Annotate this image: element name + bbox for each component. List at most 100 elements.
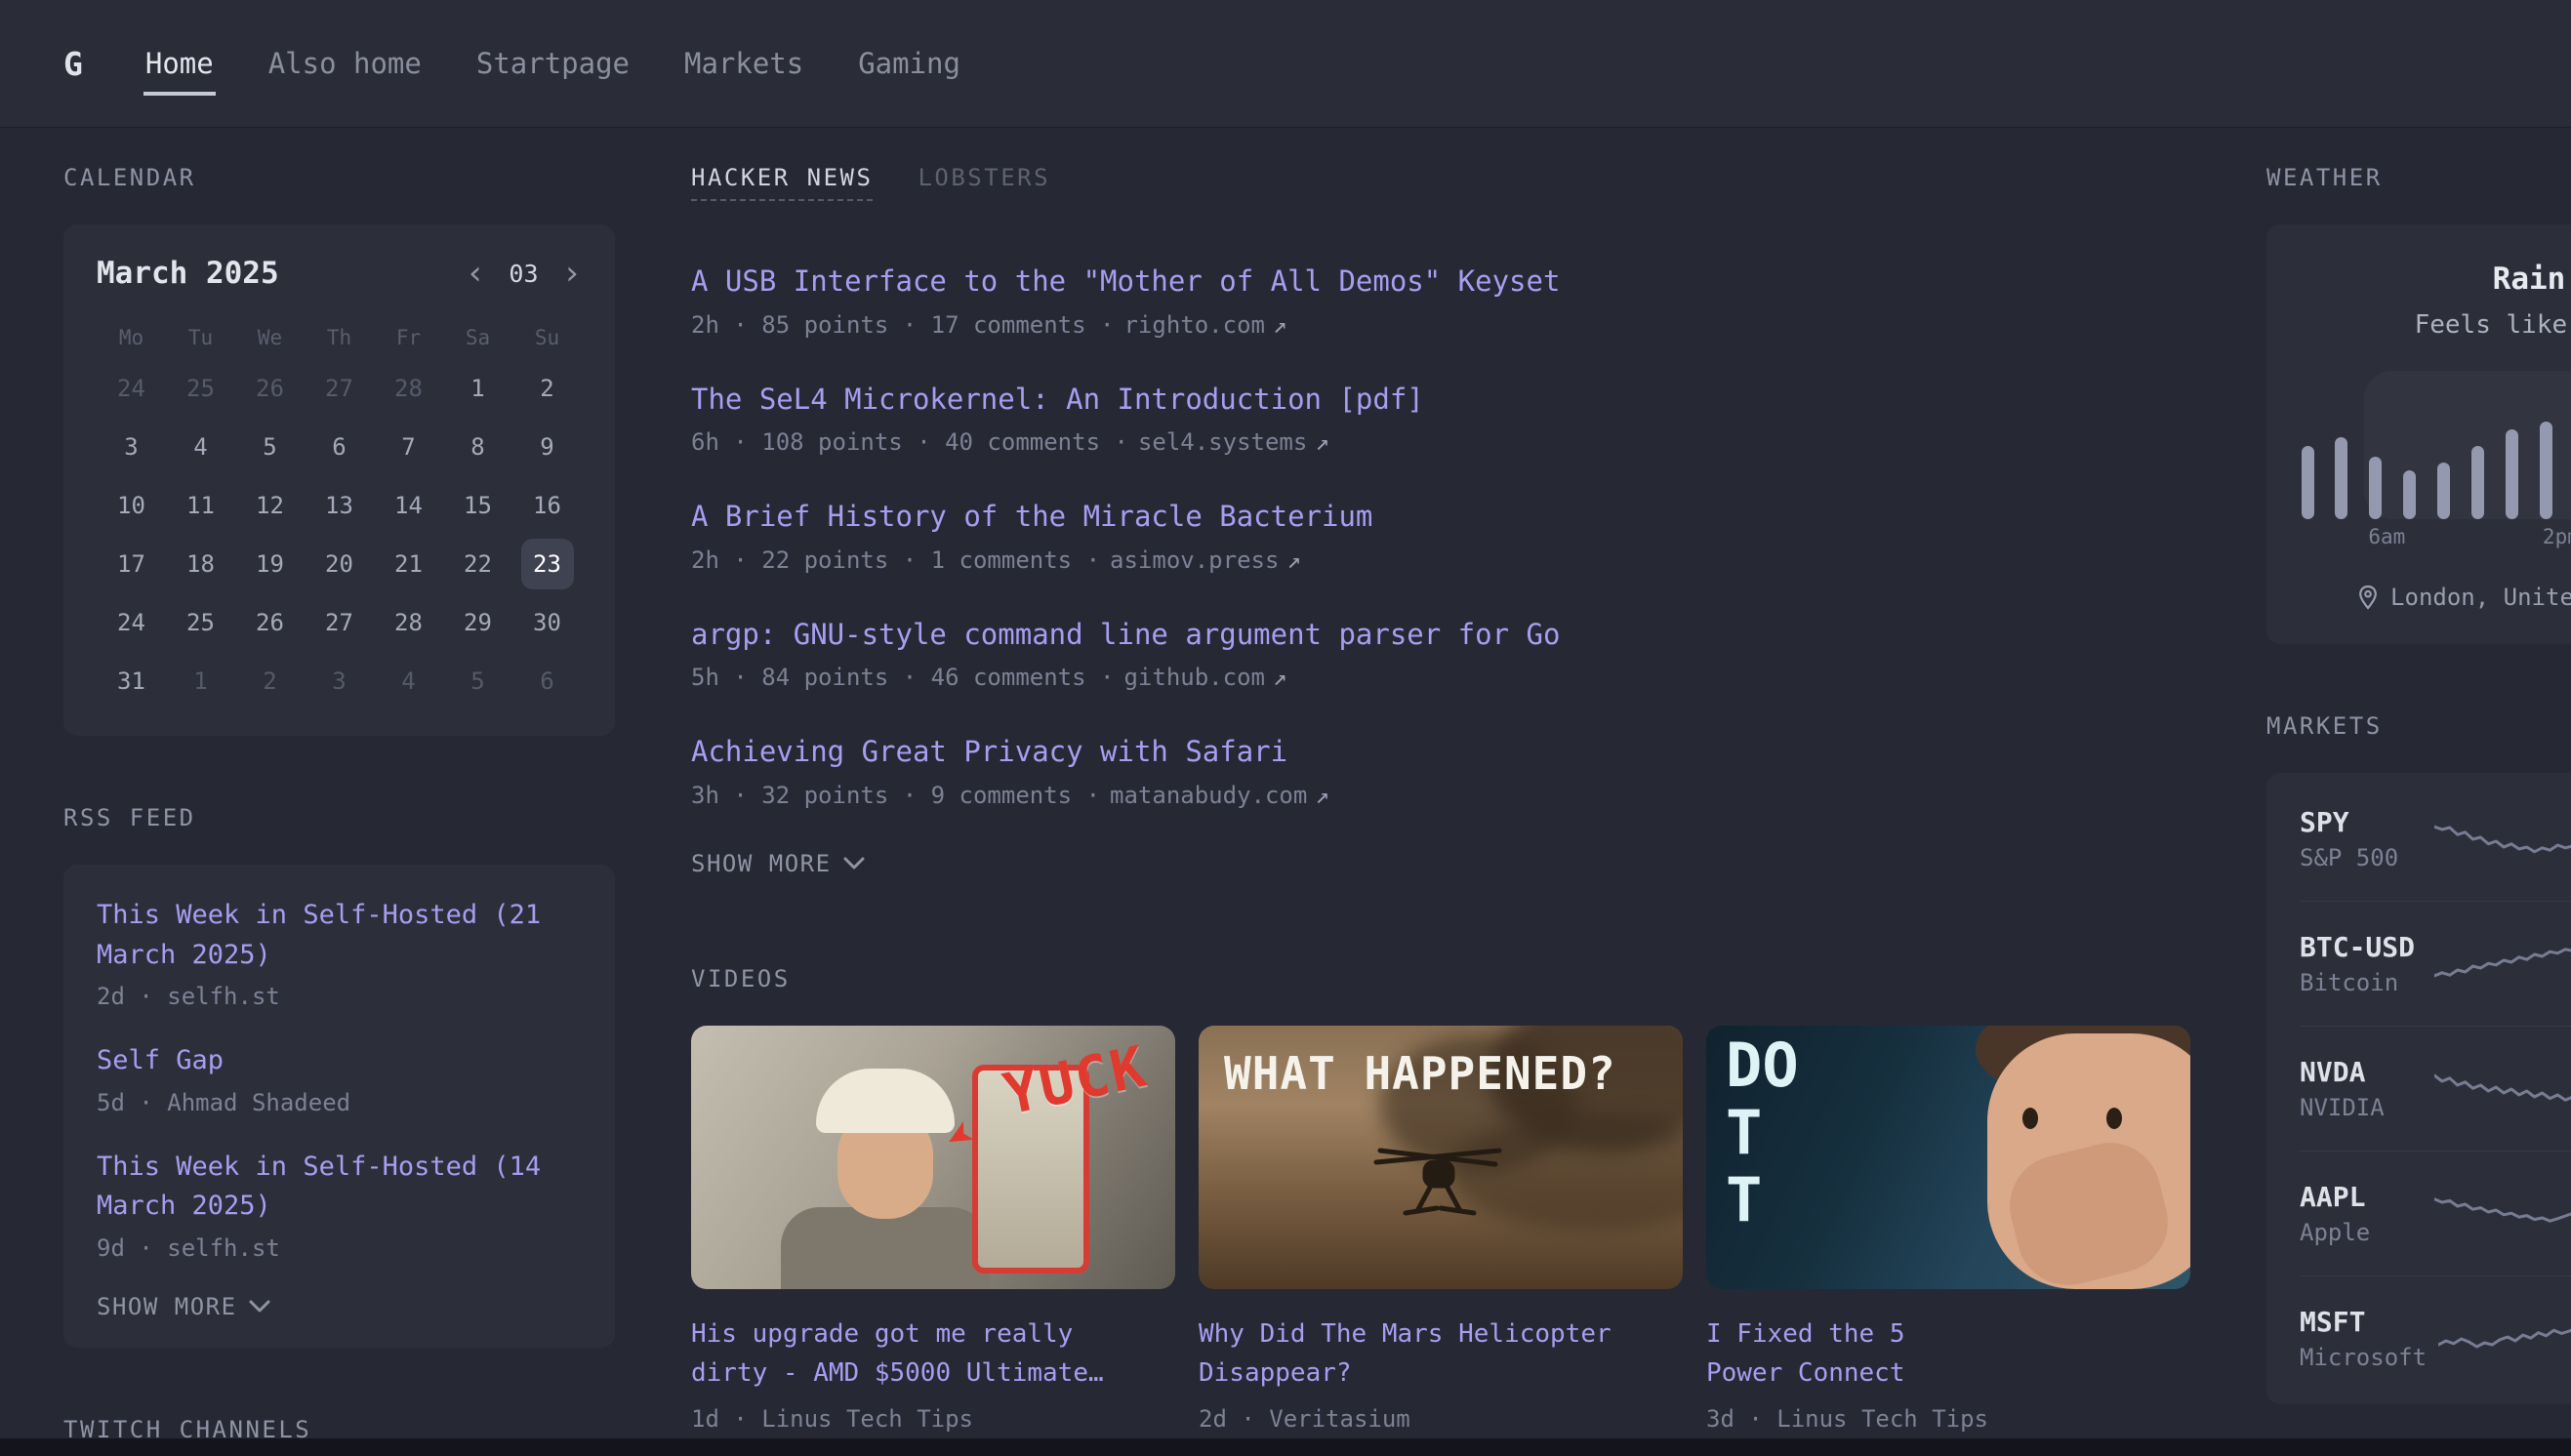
news-item-title[interactable]: The SeL4 Microkernel: An Introduction [p… (691, 380, 2190, 420)
video-title[interactable]: His upgrade got me reallydirty - AMD $50… (691, 1314, 1175, 1394)
market-ticker[interactable]: AAPL (2300, 1181, 2423, 1213)
news-item-title[interactable]: Achieving Great Privacy with Safari (691, 732, 2190, 772)
market-sparkline (2434, 937, 2571, 991)
weather-bar-fill (2471, 446, 2484, 519)
video-item: YUCK ➤ His upgrade got me reallydirty - … (691, 1026, 1175, 1433)
weather-location-text: London, United Kingdom (2390, 584, 2571, 611)
thumbnail-overlay-text: DOTT (1726, 1033, 1799, 1232)
calendar-nav: ‹ 03 › (466, 257, 582, 290)
news-show-more-button[interactable]: SHOW MORE (691, 850, 2190, 877)
rss-item-title[interactable]: This Week in Self-Hosted (21 March 2025) (97, 896, 582, 975)
news-item: A USB Interface to the "Mother of All De… (691, 262, 2190, 339)
calendar-day: 18 (175, 539, 227, 589)
weather-bar (2505, 371, 2520, 519)
rss-list: This Week in Self-Hosted (21 March 2025)… (97, 896, 582, 1262)
market-sparkline (2434, 1187, 2571, 1241)
weather-bar (2538, 371, 2553, 519)
calendar-prev-icon[interactable]: ‹ (466, 257, 485, 290)
calendar-day-today: 23 (521, 539, 574, 589)
news-item: The SeL4 Microkernel: An Introduction [p… (691, 380, 2190, 457)
calendar-next-icon[interactable]: › (562, 257, 582, 290)
external-link-icon: ↗ (1315, 428, 1328, 456)
nav-tab-startpage[interactable]: Startpage (474, 31, 632, 96)
calendar-weekdays: MoTuWeThFrSaSu (97, 326, 582, 349)
news-item-source-link[interactable]: asimov.press (1110, 546, 1279, 574)
calendar-day: 5 (452, 656, 505, 707)
app-logo[interactable]: G (63, 45, 83, 83)
nav-tabs: Home Also home Startpage Markets Gaming (143, 0, 962, 127)
market-ticker[interactable]: SPY (2300, 806, 2423, 838)
market-ticker[interactable]: MSFT (2300, 1306, 2427, 1338)
rss-show-more-button[interactable]: SHOW MORE (97, 1293, 582, 1320)
calendar-header: March 2025 ‹ 03 › (97, 256, 582, 291)
calendar-weekday: We (235, 326, 305, 349)
show-more-label: SHOW MORE (97, 1293, 237, 1320)
calendar-day: 24 (105, 597, 158, 648)
calendar-day: 27 (313, 597, 366, 648)
video-thumbnail[interactable]: DOTT (1706, 1026, 2190, 1289)
rss-item: This Week in Self-Hosted (14 March 2025)… (97, 1148, 582, 1262)
video-thumbnail[interactable]: YUCK ➤ (691, 1026, 1175, 1289)
calendar-day: 12 (244, 480, 297, 531)
calendar-day: 5 (244, 422, 297, 472)
right-column: WEATHER Rain Feels like 11°C (2266, 164, 2571, 1404)
weather-bars: 12° (2300, 371, 2571, 519)
nav-tab-gaming[interactable]: Gaming (856, 31, 962, 96)
weather-bar (2334, 371, 2349, 519)
news-item-title[interactable]: argp: GNU-style command line argument pa… (691, 615, 2190, 655)
news-item-source-link[interactable]: matanabudy.com (1110, 782, 1307, 809)
weather-bar (2470, 371, 2486, 519)
calendar-weekday: Mo (97, 326, 166, 349)
market-info: MSFT Microsoft (2300, 1306, 2427, 1371)
news-item-title[interactable]: A USB Interface to the "Mother of All De… (691, 262, 2190, 302)
weather-widget: Rain Feels like 11°C (2266, 224, 2571, 644)
calendar-day: 21 (383, 539, 435, 589)
rss-item: Self Gap 5d · Ahmad Shadeed (97, 1041, 582, 1116)
calendar-weekday: Su (512, 326, 582, 349)
news-item-title[interactable]: A Brief History of the Miracle Bacterium (691, 497, 2190, 537)
videos-row: YUCK ➤ His upgrade got me reallydirty - … (691, 1026, 2190, 1433)
rss-item-meta: 5d · Ahmad Shadeed (97, 1089, 582, 1116)
rss-item-title[interactable]: Self Gap (97, 1041, 582, 1081)
market-info: SPY S&P 500 (2300, 806, 2423, 871)
video-title[interactable]: Why Did The Mars HelicopterDisappear? (1199, 1314, 1683, 1394)
calendar-day: 14 (383, 480, 435, 531)
market-ticker[interactable]: NVDA (2300, 1056, 2423, 1088)
twitch-section-title: TWITCH CHANNELS (63, 1416, 615, 1439)
external-link-icon: ↗ (1273, 311, 1286, 339)
news-tab-hacker-news[interactable]: HACKER NEWS (691, 164, 873, 201)
news-tabs: HACKER NEWS LOBSTERS (691, 164, 2190, 201)
market-ticker[interactable]: BTC-USD (2300, 931, 2423, 963)
calendar-day: 26 (244, 597, 297, 648)
video-item: WHAT HAPPENED? Why Did The Mars Helicopt… (1199, 1026, 1683, 1433)
news-item: Achieving Great Privacy with Safari 3h ·… (691, 732, 2190, 809)
calendar-weekday: Sa (443, 326, 512, 349)
news-item-source-link[interactable]: sel4.systems (1138, 428, 1307, 456)
dashboard-page: G HomeAlso homeStartpageMarketsGaming CA… (0, 0, 2571, 1456)
calendar-weekday: Th (305, 326, 374, 349)
market-name: Bitcoin (2300, 969, 2423, 996)
rss-item-title[interactable]: This Week in Self-Hosted (14 March 2025) (97, 1148, 582, 1227)
nav-tab-markets[interactable]: Markets (682, 31, 805, 96)
news-tab-lobsters[interactable]: LOBSTERS (918, 164, 1050, 191)
market-row: AAPL Apple +1.95% $218.27 (2300, 1151, 2571, 1275)
calendar-day: 20 (313, 539, 366, 589)
news-item-meta: 3h · 32 points · 9 comments ·matanabudy.… (691, 782, 2190, 809)
market-name: S&P 500 (2300, 844, 2423, 871)
video-thumbnail[interactable]: WHAT HAPPENED? (1199, 1026, 1683, 1289)
calendar-day: 13 (313, 480, 366, 531)
nav-tab-also-home[interactable]: Also home (266, 31, 424, 96)
video-title[interactable]: I Fixed the 5Power Connect (1706, 1314, 2190, 1394)
news-list: A USB Interface to the "Mother of All De… (691, 262, 2190, 809)
news-item-source-link[interactable]: righto.com (1123, 311, 1265, 339)
market-sparkline (2438, 1312, 2571, 1366)
weather-chart: 12° 6am2pm10pm (2300, 371, 2571, 552)
calendar-day: 1 (452, 363, 505, 414)
calendar-day: 26 (244, 363, 297, 414)
nav-tab-home[interactable]: Home (143, 31, 216, 96)
location-pin-icon (2357, 585, 2379, 610)
news-item-source-link[interactable]: github.com (1123, 664, 1265, 691)
weather-condition: Rain (2300, 262, 2571, 297)
news-item: argp: GNU-style command line argument pa… (691, 615, 2190, 692)
calendar-day: 6 (521, 656, 574, 707)
